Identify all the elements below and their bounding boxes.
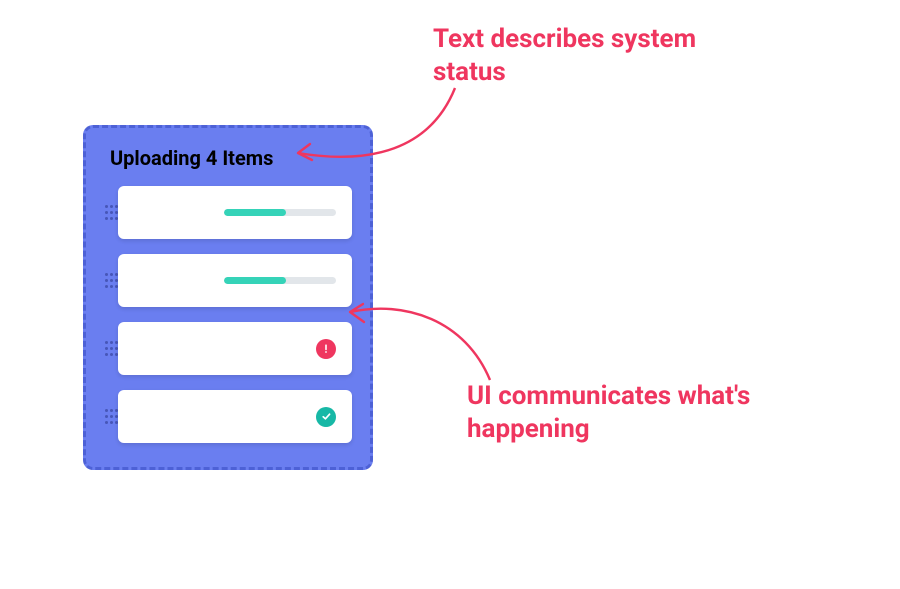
upload-item	[104, 186, 352, 239]
upload-card	[118, 254, 352, 307]
progress-fill	[224, 277, 286, 284]
annotation-top: Text describes system status	[433, 23, 773, 88]
drag-handle-icon[interactable]	[104, 186, 118, 239]
upload-panel: Uploading 4 Items	[83, 125, 373, 470]
upload-item	[104, 322, 352, 375]
drag-handle-icon[interactable]	[104, 390, 118, 443]
upload-card	[118, 322, 352, 375]
error-icon	[316, 339, 336, 359]
upload-item	[104, 390, 352, 443]
upload-card	[118, 390, 352, 443]
annotation-bottom: UI communicates what's happening	[467, 380, 827, 445]
progress-bar	[224, 209, 336, 216]
upload-item	[104, 254, 352, 307]
upload-card	[118, 186, 352, 239]
success-icon	[316, 407, 336, 427]
progress-fill	[224, 209, 286, 216]
drag-handle-icon[interactable]	[104, 322, 118, 375]
drag-handle-icon[interactable]	[104, 254, 118, 307]
progress-bar	[224, 277, 336, 284]
panel-title: Uploading 4 Items	[104, 146, 352, 170]
